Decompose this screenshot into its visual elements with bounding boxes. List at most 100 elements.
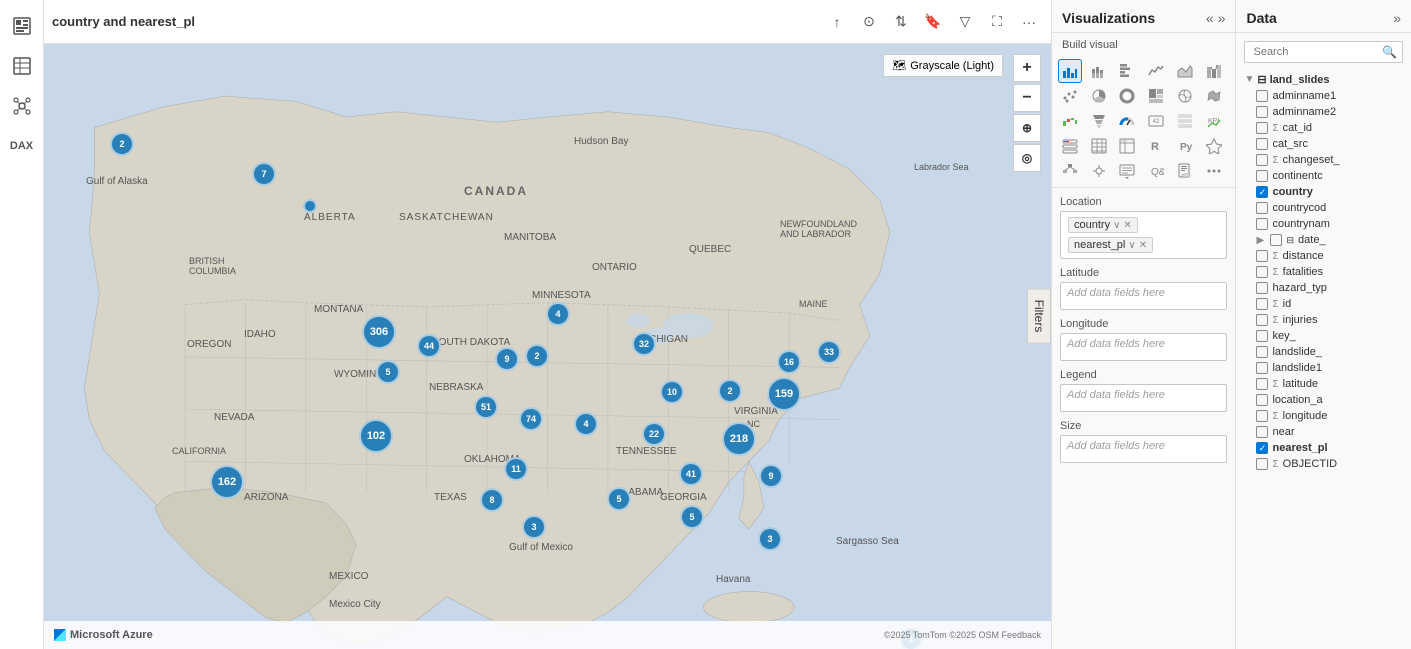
- cluster-102[interactable]: 102: [359, 419, 393, 453]
- data-item-distance[interactable]: Σ distance: [1240, 248, 1407, 264]
- viz-stacked-column[interactable]: [1087, 59, 1111, 83]
- viz-smart-narrative[interactable]: [1115, 159, 1139, 183]
- cluster-5b[interactable]: 5: [607, 487, 631, 511]
- cluster-32[interactable]: 32: [632, 332, 656, 356]
- data-item-landslide1[interactable]: landslide1: [1240, 360, 1407, 376]
- cluster-2b[interactable]: 2: [525, 344, 549, 368]
- data-item-latitude[interactable]: Σ latitude: [1240, 376, 1407, 392]
- viz-python[interactable]: Py: [1173, 134, 1197, 158]
- cluster-44[interactable]: 44: [417, 334, 441, 358]
- cluster-16[interactable]: 16: [777, 350, 801, 374]
- viz-card[interactable]: 42: [1144, 109, 1168, 133]
- viz-custom[interactable]: [1202, 134, 1226, 158]
- checkbox-objectid[interactable]: [1256, 458, 1268, 470]
- size-well-box[interactable]: Add data fields here: [1060, 435, 1227, 463]
- checkbox-adminname1[interactable]: [1256, 90, 1268, 102]
- viz-treemap[interactable]: [1144, 84, 1168, 108]
- data-item-fatalities[interactable]: Σ fatalities: [1240, 264, 1407, 280]
- data-item-cat-id[interactable]: Σ cat_id: [1240, 120, 1407, 136]
- location-remove-country[interactable]: ∨: [1113, 220, 1120, 231]
- cluster-306[interactable]: 306: [362, 315, 396, 349]
- checkbox-landslide1[interactable]: [1256, 362, 1268, 374]
- data-item-changeset[interactable]: Σ changeset_: [1240, 152, 1407, 168]
- cluster-22[interactable]: 22: [642, 422, 666, 446]
- sort-btn[interactable]: ⇅: [887, 8, 915, 36]
- viz-collapse-btn[interactable]: «: [1206, 10, 1214, 26]
- cluster-5a[interactable]: 5: [376, 360, 400, 384]
- report-icon[interactable]: [4, 8, 40, 44]
- latitude-well-box[interactable]: Add data fields here: [1060, 282, 1227, 310]
- viz-pie[interactable]: [1087, 84, 1111, 108]
- location-btn[interactable]: ◎: [1013, 144, 1041, 172]
- checkbox-longitude[interactable]: [1256, 410, 1268, 422]
- cluster-dot-wa[interactable]: [303, 199, 317, 213]
- checkbox-injuries[interactable]: [1256, 314, 1268, 326]
- cluster-2a[interactable]: 2: [110, 132, 134, 156]
- location-well-box[interactable]: country ∨ ✕ nearest_pl ∨ ✕: [1060, 211, 1227, 259]
- viz-filled-map[interactable]: [1202, 84, 1226, 108]
- cluster-3a[interactable]: 3: [522, 515, 546, 539]
- viz-ribbon[interactable]: [1202, 59, 1226, 83]
- bookmark-btn[interactable]: 🔖: [919, 8, 947, 36]
- viz-more[interactable]: [1202, 159, 1226, 183]
- viz-waterfall[interactable]: [1058, 109, 1082, 133]
- data-item-cat-src[interactable]: cat_src: [1240, 136, 1407, 152]
- cluster-5c[interactable]: 5: [680, 505, 704, 529]
- viz-multi-row-card[interactable]: [1173, 109, 1197, 133]
- move-up-btn[interactable]: ↑: [823, 8, 851, 36]
- checkbox-changeset[interactable]: [1256, 154, 1268, 166]
- viz-decomp[interactable]: [1058, 159, 1082, 183]
- data-item-adminname1[interactable]: adminname1: [1240, 88, 1407, 104]
- cluster-218[interactable]: 218: [722, 422, 756, 456]
- cluster-74[interactable]: 74: [519, 407, 543, 431]
- checkbox-cat-src[interactable]: [1256, 138, 1268, 150]
- checkbox-continentc[interactable]: [1256, 170, 1268, 182]
- zoom-out-btn[interactable]: −: [1013, 84, 1041, 112]
- data-item-location-a[interactable]: location_a: [1240, 392, 1407, 408]
- data-item-hazard-typ[interactable]: hazard_typ: [1240, 280, 1407, 296]
- location-field-country[interactable]: country ∨ ✕: [1068, 217, 1138, 233]
- cluster-11[interactable]: 11: [504, 457, 528, 481]
- data-item-objectid[interactable]: Σ OBJECTID: [1240, 456, 1407, 472]
- model-icon[interactable]: [4, 88, 40, 124]
- viz-funnel[interactable]: [1087, 109, 1111, 133]
- cluster-51[interactable]: 51: [474, 395, 498, 419]
- location-x-country[interactable]: ✕: [1123, 220, 1131, 231]
- cluster-33[interactable]: 33: [817, 340, 841, 364]
- north-btn[interactable]: ⊕: [1013, 114, 1041, 142]
- cluster-10[interactable]: 10: [660, 380, 684, 404]
- data-item-adminname2[interactable]: adminname2: [1240, 104, 1407, 120]
- cluster-159[interactable]: 159: [767, 377, 801, 411]
- checkbox-countrycod[interactable]: [1256, 202, 1268, 214]
- viz-key-influencers[interactable]: [1087, 159, 1111, 183]
- viz-clustered-column[interactable]: [1058, 59, 1082, 83]
- data-item-country[interactable]: ✓ country: [1240, 184, 1407, 200]
- zoom-in-btn[interactable]: +: [1013, 54, 1041, 82]
- cluster-162[interactable]: 162: [210, 465, 244, 499]
- viz-expand-btn[interactable]: »: [1218, 10, 1226, 26]
- cluster-7[interactable]: 7: [252, 162, 276, 186]
- viz-kpi[interactable]: KPI: [1202, 109, 1226, 133]
- longitude-well-box[interactable]: Add data fields here: [1060, 333, 1227, 361]
- data-group-header-land-slides[interactable]: ▼ ⊟ land_slides: [1240, 71, 1407, 88]
- viz-qna[interactable]: Q&A: [1144, 159, 1168, 183]
- cluster-41[interactable]: 41: [679, 462, 703, 486]
- viz-area[interactable]: [1173, 59, 1197, 83]
- filters-tab[interactable]: Filters: [1027, 289, 1051, 344]
- data-item-continentc[interactable]: continentc: [1240, 168, 1407, 184]
- checkbox-adminname2[interactable]: [1256, 106, 1268, 118]
- cluster-4a[interactable]: 4: [546, 302, 570, 326]
- checkbox-id[interactable]: [1256, 298, 1268, 310]
- checkbox-distance[interactable]: [1256, 250, 1268, 262]
- checkbox-country[interactable]: ✓: [1256, 186, 1268, 198]
- data-item-landslide[interactable]: landslide_: [1240, 344, 1407, 360]
- viz-paginated[interactable]: [1173, 159, 1197, 183]
- data-item-id[interactable]: Σ id: [1240, 296, 1407, 312]
- data-item-near[interactable]: near: [1240, 424, 1407, 440]
- table-view-icon[interactable]: [4, 48, 40, 84]
- legend-well-box[interactable]: Add data fields here: [1060, 384, 1227, 412]
- data-item-countrycod[interactable]: countrycod: [1240, 200, 1407, 216]
- viz-table[interactable]: [1087, 134, 1111, 158]
- focus-btn[interactable]: ⊙: [855, 8, 883, 36]
- checkbox-fatalities[interactable]: [1256, 266, 1268, 278]
